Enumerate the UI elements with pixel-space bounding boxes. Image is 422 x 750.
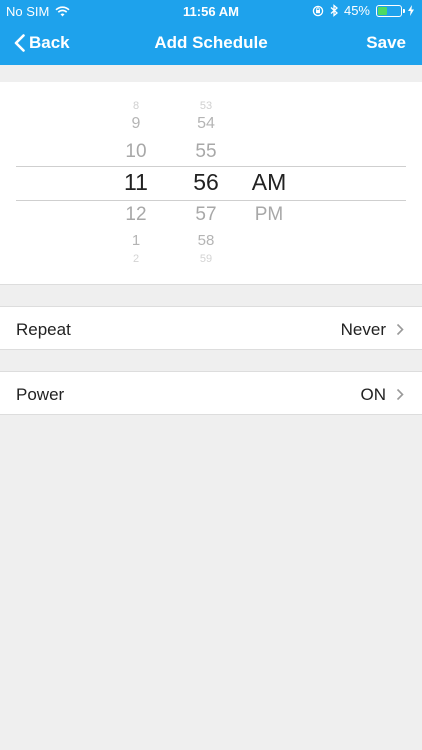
bluetooth-icon (330, 4, 338, 17)
hour-option[interactable]: 12 (125, 204, 146, 226)
selection-line-bottom (16, 200, 406, 201)
charging-icon (408, 5, 414, 16)
minute-option[interactable]: 58 (198, 232, 215, 249)
battery-percent: 45% (343, 3, 370, 18)
status-bar: No SIM 11:56 AM 45% (0, 0, 422, 22)
status-right: 45% (312, 3, 414, 18)
chevron-right-icon (396, 323, 404, 336)
repeat-label: Repeat (16, 320, 71, 339)
time-picker[interactable]: 8 9 10 11 12 1 2 53 54 55 56 57 58 59 AM PM (0, 82, 422, 285)
minute-option[interactable]: 55 (195, 141, 216, 163)
battery-fill (378, 6, 388, 15)
battery-icon (376, 4, 405, 17)
minute-option[interactable]: 59 (200, 253, 212, 265)
page-title: Add Schedule (154, 33, 268, 52)
hour-option[interactable]: 1 (132, 232, 140, 249)
hour-option[interactable]: 8 (133, 100, 139, 112)
hour-option[interactable]: 9 (132, 115, 141, 133)
header: No SIM 11:56 AM 45% Back Add Schedule Sa… (0, 0, 422, 65)
power-value: ON (360, 385, 387, 404)
minute-option[interactable]: 53 (200, 100, 212, 112)
minute-option[interactable]: 56 (193, 169, 219, 196)
repeat-value: Never (340, 320, 386, 339)
minute-option[interactable]: 57 (195, 204, 216, 226)
orientation-lock-icon (312, 5, 324, 16)
repeat-row[interactable]: Repeat Never (0, 306, 422, 350)
hour-option[interactable]: 10 (125, 141, 146, 163)
period-option[interactable]: AM (252, 169, 287, 196)
period-option[interactable]: PM (255, 204, 284, 226)
nav-bar: Back Add Schedule Save (0, 22, 422, 65)
power-label: Power (16, 385, 65, 404)
chevron-right-icon (396, 388, 404, 401)
power-row[interactable]: Power ON (0, 371, 422, 415)
save-button[interactable]: Save (366, 33, 406, 53)
minute-option[interactable]: 54 (197, 115, 215, 133)
selection-line-top (16, 166, 406, 167)
hour-option[interactable]: 11 (124, 169, 148, 196)
hour-option[interactable]: 2 (133, 253, 139, 265)
